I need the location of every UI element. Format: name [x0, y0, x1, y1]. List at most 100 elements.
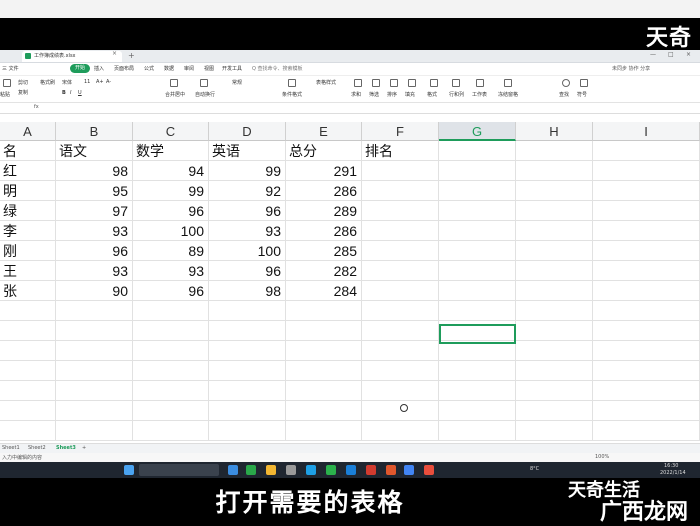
table-cell[interactable] [286, 401, 362, 421]
table-cell[interactable] [286, 341, 362, 361]
row-column-button[interactable]: 行和列 [449, 91, 464, 98]
table-cell[interactable] [56, 321, 133, 341]
bold-button[interactable]: B [62, 90, 66, 96]
table-cell[interactable] [439, 201, 516, 221]
table-cell[interactable] [362, 361, 439, 381]
number-format-select[interactable]: 常规 [232, 79, 242, 86]
table-cell[interactable] [516, 201, 593, 221]
table-cell[interactable]: 93 [209, 221, 286, 241]
table-cell[interactable]: 绿 [0, 201, 56, 221]
freeze-panes-button[interactable]: 冻结窗格 [498, 91, 518, 98]
table-cell[interactable]: 94 [133, 161, 209, 181]
sheet-tab-1[interactable]: Sheet1 [2, 445, 20, 451]
table-cell[interactable] [0, 301, 56, 321]
table-cell[interactable] [516, 301, 593, 321]
table-cell[interactable] [209, 361, 286, 381]
table-cell[interactable] [593, 381, 700, 401]
column-header-c[interactable]: C [133, 122, 209, 141]
table-cell[interactable] [362, 281, 439, 301]
fx-icon[interactable]: fx [34, 104, 39, 110]
format-button[interactable]: 格式 [427, 91, 437, 98]
table-cell[interactable]: 96 [133, 201, 209, 221]
worksheet-icon[interactable] [476, 79, 484, 87]
table-cell[interactable] [516, 161, 593, 181]
menu-insert[interactable]: 插入 [94, 65, 104, 72]
table-cell[interactable] [439, 241, 516, 261]
menu-developer[interactable]: 开发工具 [222, 65, 242, 72]
folder-icon[interactable] [266, 465, 276, 475]
table-cell[interactable] [593, 221, 700, 241]
table-cell[interactable]: 93 [133, 261, 209, 281]
table-cell[interactable] [516, 421, 593, 441]
merge-center-icon[interactable] [170, 79, 178, 87]
table-cell[interactable]: 95 [56, 181, 133, 201]
table-cell[interactable] [593, 421, 700, 441]
table-cell[interactable]: 286 [286, 181, 362, 201]
column-header-b[interactable]: B [56, 122, 133, 141]
column-header-f[interactable]: F [362, 122, 439, 141]
table-cell[interactable]: 王 [0, 261, 56, 281]
table-cell[interactable] [133, 341, 209, 361]
table-cell[interactable] [516, 261, 593, 281]
table-cell[interactable] [516, 381, 593, 401]
table-cell[interactable]: 96 [209, 201, 286, 221]
menu-home[interactable]: 开始 [70, 64, 91, 73]
table-cell[interactable]: 张 [0, 281, 56, 301]
header-cell[interactable]: 排名 [362, 141, 439, 161]
table-cell[interactable] [56, 401, 133, 421]
close-window-button[interactable]: × [686, 51, 691, 58]
table-cell[interactable] [133, 301, 209, 321]
filter-icon[interactable] [372, 79, 380, 87]
menu-page-layout[interactable]: 页面布局 [114, 65, 134, 72]
table-cell[interactable]: 98 [209, 281, 286, 301]
menu-view[interactable]: 视图 [204, 65, 214, 72]
table-cell[interactable]: 96 [209, 261, 286, 281]
header-cell[interactable]: 名 [0, 141, 56, 161]
table-cell[interactable] [133, 401, 209, 421]
worksheet-button[interactable]: 工作表 [472, 91, 487, 98]
table-cell[interactable] [593, 161, 700, 181]
table-cell[interactable] [362, 341, 439, 361]
table-cell[interactable] [362, 321, 439, 341]
table-cell[interactable] [209, 341, 286, 361]
freeze-panes-icon[interactable] [504, 79, 512, 87]
wrap-text-icon[interactable] [200, 79, 208, 87]
column-header-h[interactable]: H [516, 122, 593, 141]
sheet-tab-3[interactable]: Sheet3 [56, 445, 76, 451]
font-size-select[interactable]: 11 [84, 79, 90, 85]
taskbar-search-input[interactable] [139, 464, 219, 476]
table-cell[interactable]: 285 [286, 241, 362, 261]
app-icon[interactable] [286, 465, 296, 475]
table-cell[interactable] [439, 301, 516, 321]
table-cell[interactable] [209, 421, 286, 441]
edge-icon[interactable] [306, 465, 316, 475]
table-cell[interactable] [593, 141, 700, 161]
start-icon[interactable] [124, 465, 134, 475]
menu-formulas[interactable]: 公式 [144, 65, 154, 72]
menu-file[interactable]: 三 文件 [2, 65, 19, 72]
task-view-icon[interactable] [228, 465, 238, 475]
table-cell[interactable] [593, 281, 700, 301]
table-cell[interactable] [209, 401, 286, 421]
menu-review[interactable]: 审阅 [184, 65, 194, 72]
table-cell[interactable] [516, 401, 593, 421]
table-cell[interactable] [133, 321, 209, 341]
wps-icon[interactable] [366, 465, 376, 475]
sort-button[interactable]: 排序 [387, 91, 397, 98]
table-cell[interactable] [56, 301, 133, 321]
table-cell[interactable]: 92 [209, 181, 286, 201]
font-grow-button[interactable]: A+ [96, 79, 104, 85]
table-cell[interactable] [286, 421, 362, 441]
table-cell[interactable] [0, 321, 56, 341]
table-cell[interactable]: 99 [209, 161, 286, 181]
column-header-e[interactable]: E [286, 122, 362, 141]
table-cell[interactable]: 90 [56, 281, 133, 301]
paste-icon[interactable] [3, 79, 11, 87]
table-cell[interactable]: 93 [56, 221, 133, 241]
merge-center-button[interactable]: 合并居中 [165, 91, 185, 98]
menu-data[interactable]: 数据 [164, 65, 174, 72]
table-cell[interactable]: 93 [56, 261, 133, 281]
header-cell[interactable]: 总分 [286, 141, 362, 161]
conditional-format-button[interactable]: 条件格式 [282, 91, 302, 98]
table-cell[interactable]: 289 [286, 201, 362, 221]
